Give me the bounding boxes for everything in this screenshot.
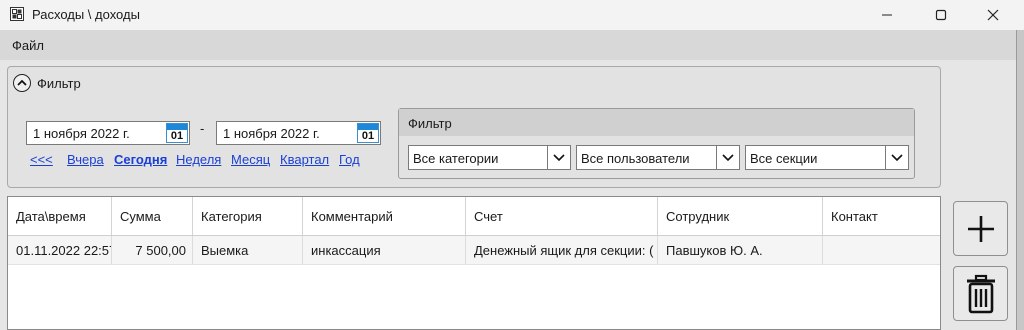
minimize-button[interactable] [864, 0, 910, 30]
calendar-day: 01 [170, 130, 184, 142]
maximize-icon [935, 9, 947, 21]
maximize-button[interactable] [918, 0, 964, 30]
cell-account: Денежный ящик для секции: ( [466, 236, 658, 264]
cell-comment: инкассация [303, 236, 466, 264]
menu-file[interactable]: Файл [12, 38, 44, 53]
cell-datetime: 01.11.2022 22:57 [8, 236, 112, 264]
menu-bar [0, 30, 1024, 60]
chevron-down-icon[interactable] [885, 146, 908, 169]
column-header-contact[interactable]: Контакт [823, 197, 940, 235]
column-header-category[interactable]: Категория [193, 197, 303, 235]
category-select-value: Все категории [413, 151, 499, 166]
link-year[interactable]: Год [339, 152, 360, 167]
section-select-value: Все секции [750, 151, 818, 166]
date-from-field[interactable]: 1 ноября 2022 г. 01 [26, 121, 190, 145]
user-select-value: Все пользователи [581, 151, 690, 166]
trash-icon [966, 274, 995, 313]
chevron-down-icon[interactable] [547, 146, 570, 169]
filter-group-title: Фильтр [408, 116, 452, 131]
delete-button[interactable] [953, 266, 1008, 321]
section-select[interactable]: Все секции [745, 145, 909, 170]
close-button[interactable] [970, 0, 1016, 30]
app-icon [10, 7, 24, 21]
column-header-comment[interactable]: Комментарий [303, 197, 466, 235]
column-header-account[interactable]: Счет [466, 197, 658, 235]
add-button[interactable] [953, 201, 1008, 256]
date-range-separator: - [200, 121, 205, 136]
cell-employee: Павшуков Ю. А. [658, 236, 823, 264]
link-month[interactable]: Месяц [231, 152, 270, 167]
user-select[interactable]: Все пользователи [576, 145, 740, 170]
link-week[interactable]: Неделя [176, 152, 221, 167]
calendar-day: 01 [361, 130, 375, 142]
date-from-value: 1 ноября 2022 г. [33, 126, 130, 141]
collapse-filter-button[interactable] [13, 74, 31, 92]
link-quarter[interactable]: Квартал [280, 152, 329, 167]
link-previous[interactable]: <<< [30, 152, 53, 167]
close-icon [987, 9, 999, 21]
column-header-datetime[interactable]: Дата\время [8, 197, 112, 235]
cell-contact [823, 236, 940, 264]
window-title: Расходы \ доходы [32, 7, 140, 22]
filter-group-header [399, 109, 914, 136]
calendar-icon[interactable]: 01 [166, 123, 188, 143]
background-window-edge [1016, 30, 1024, 330]
cell-category: Выемка [193, 236, 303, 264]
column-header-amount[interactable]: Сумма [112, 197, 193, 235]
chevron-down-icon[interactable] [716, 146, 739, 169]
link-today[interactable]: Сегодня [114, 152, 167, 167]
link-yesterday[interactable]: Вчера [67, 152, 104, 167]
column-header-employee[interactable]: Сотрудник [658, 197, 823, 235]
chevron-up-icon [17, 79, 27, 86]
date-to-field[interactable]: 1 ноября 2022 г. 01 [216, 121, 381, 145]
cell-amount: 7 500,00 [112, 236, 193, 264]
category-select[interactable]: Все категории [408, 145, 571, 170]
plus-icon [967, 215, 994, 242]
date-to-value: 1 ноября 2022 г. [223, 126, 320, 141]
minimize-icon [882, 14, 892, 16]
filter-title: Фильтр [37, 76, 81, 91]
calendar-icon[interactable]: 01 [357, 123, 379, 143]
